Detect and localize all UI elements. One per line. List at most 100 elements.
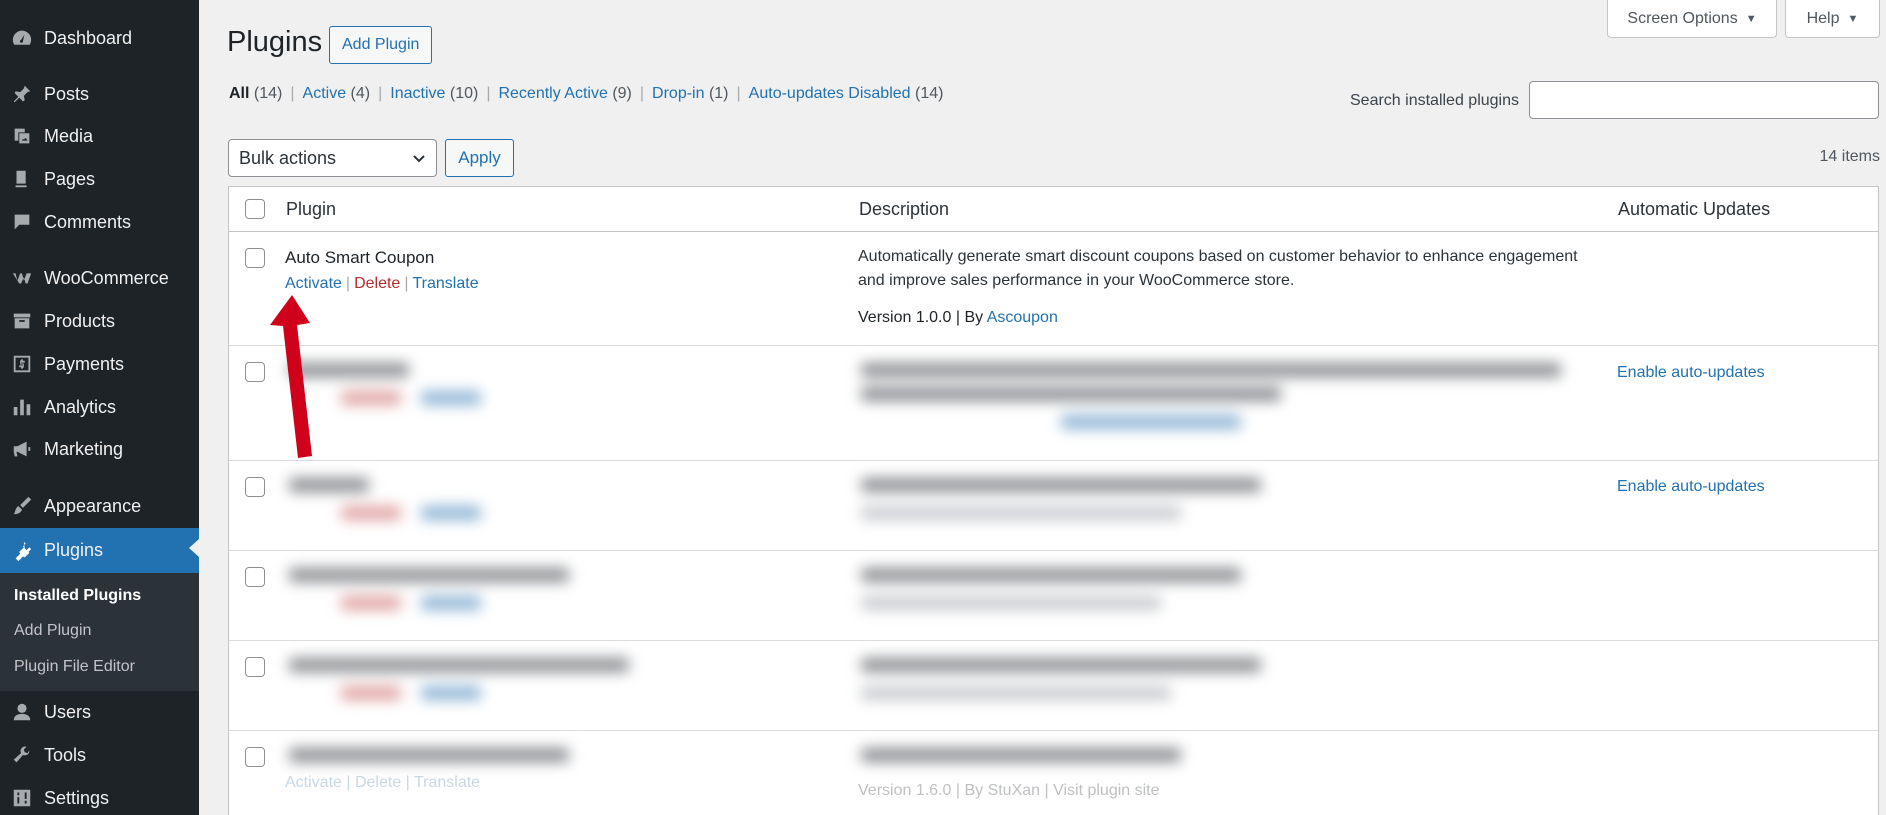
woocommerce-icon	[10, 266, 34, 290]
blurred-plugin-content	[281, 552, 1581, 640]
sidebar-item-pages[interactable]: Pages	[0, 159, 199, 199]
items-count: 14 items	[1819, 148, 1880, 165]
filter-active[interactable]: Active (4)	[303, 85, 371, 103]
sidebar-item-label: Analytics	[44, 396, 117, 417]
caret-down-icon: ▼	[1847, 12, 1859, 25]
add-plugin-button[interactable]: Add Plugin	[329, 26, 433, 64]
row-checkbox[interactable]	[245, 567, 265, 587]
row-checkbox[interactable]	[245, 248, 265, 268]
action-separator: |	[404, 275, 409, 292]
table-row: Auto Smart Coupon Activate | Delete | Transl…	[229, 232, 1878, 346]
delete-link[interactable]: Delete	[354, 275, 400, 292]
sidebar-item-label: Pages	[44, 168, 96, 189]
row-checkbox[interactable]	[245, 477, 265, 497]
sidebar-item-label: Settings	[44, 787, 110, 808]
sidebar-item-tools[interactable]: Tools	[0, 735, 199, 775]
sidebar-item-woocommerce[interactable]: WooCommerce	[0, 258, 199, 298]
sidebar-item-posts[interactable]: Posts	[0, 74, 199, 114]
sidebar-item-label: Posts	[44, 83, 90, 104]
table-row: Enable auto-updates	[229, 462, 1878, 551]
filter-all[interactable]: All (14)	[229, 85, 282, 103]
sidebar-item-label: Dashboard	[44, 27, 133, 48]
pin-icon	[10, 82, 34, 106]
search-input[interactable]	[1529, 81, 1879, 119]
author-link[interactable]: Ascoupon	[987, 309, 1058, 326]
enable-auto-updates-link[interactable]: Enable auto-updates	[1617, 478, 1765, 496]
sidebar-item-label: WooCommerce	[44, 267, 169, 288]
plugin-name: Auto Smart Coupon	[285, 248, 435, 267]
screen-options-button[interactable]: Screen Options ▼	[1607, 0, 1777, 38]
blurred-plugin-content	[281, 462, 1581, 550]
plugin-actions: Activate | Delete | Translate	[285, 275, 479, 293]
filter-separator: |	[378, 85, 383, 102]
submenu-installed-plugins[interactable]: Installed Plugins	[14, 587, 141, 605]
sidebar-item-plugins[interactable]: Plugins	[0, 528, 199, 573]
select-all-checkbox[interactable]	[245, 199, 265, 219]
filter-recently-active[interactable]: Recently Active (9)	[498, 85, 631, 103]
sidebar-item-label: Users	[44, 701, 92, 722]
sidebar-item-comments[interactable]: Comments	[0, 202, 199, 242]
sidebar-item-label: Plugins	[44, 540, 104, 560]
admin-sidebar: Dashboard Posts Media Pages Comments Woo…	[0, 0, 199, 815]
activate-link[interactable]: Activate	[285, 275, 342, 292]
action-separator: |	[345, 275, 351, 292]
filter-auto-updates-disabled[interactable]: Auto-updates Disabled (14)	[749, 85, 944, 103]
filter-separator: |	[736, 85, 741, 102]
sidebar-item-marketing[interactable]: Marketing	[0, 429, 199, 469]
bar-chart-icon	[10, 395, 34, 419]
sidebar-item-label: Marketing	[44, 438, 124, 459]
sidebar-item-appearance[interactable]: Appearance	[0, 486, 199, 526]
screen-options-label: Screen Options	[1627, 9, 1738, 27]
apply-button[interactable]: Apply	[445, 139, 514, 177]
sidebar-item-analytics[interactable]: Analytics	[0, 387, 199, 427]
row-checkbox[interactable]	[245, 362, 265, 382]
table-row	[229, 642, 1878, 731]
sidebar-item-label: Appearance	[44, 495, 142, 516]
dashboard-icon	[10, 26, 34, 50]
sidebar-item-media[interactable]: Media	[0, 116, 199, 156]
bulk-actions-select[interactable]: Bulk actions	[228, 139, 437, 177]
blurred-plugin-content	[281, 732, 1581, 774]
filter-inactive[interactable]: Inactive (10)	[390, 85, 478, 103]
dollar-icon	[10, 352, 34, 376]
sidebar-item-payments[interactable]: Payments	[0, 344, 199, 384]
sidebar-item-label: Payments	[44, 353, 125, 374]
wrench-icon	[10, 743, 34, 767]
submenu-add-plugin[interactable]: Add Plugin	[14, 622, 91, 640]
sidebar-item-users[interactable]: Users	[0, 692, 199, 732]
column-header-plugin: Plugin	[286, 199, 337, 219]
plugin-status-filters: All (14) | Active (4) | Inactive (10) | …	[229, 85, 943, 103]
plug-icon	[10, 539, 34, 563]
brush-icon	[10, 494, 34, 518]
version-text: Version 1.0.0 | By	[858, 309, 984, 326]
bulk-actions-value: Bulk actions	[239, 147, 337, 168]
sidebar-item-settings[interactable]: Settings	[0, 778, 199, 815]
table-row: Activate | Delete | Translate Version 1.…	[229, 732, 1878, 815]
blurred-plugin-content	[281, 347, 1581, 457]
faint-plugin-version: Version 1.6.0 | By StuXan | Visit plugin…	[858, 782, 1160, 799]
search-label: Search installed plugins	[1350, 92, 1519, 109]
pages-icon	[10, 167, 34, 191]
submenu-plugin-file-editor[interactable]: Plugin File Editor	[14, 658, 135, 676]
settings-icon	[10, 786, 34, 810]
sidebar-item-products[interactable]: Products	[0, 301, 199, 341]
plugins-submenu: Installed Plugins Add Plugin Plugin File…	[0, 573, 199, 691]
sidebar-item-label: Tools	[44, 744, 87, 765]
row-checkbox[interactable]	[245, 657, 265, 677]
filter-drop-in[interactable]: Drop-in (1)	[652, 85, 728, 103]
translate-link[interactable]: Translate	[412, 275, 478, 292]
row-checkbox[interactable]	[245, 747, 265, 767]
megaphone-icon	[10, 437, 34, 461]
caret-down-icon: ▼	[1745, 12, 1757, 25]
red-arrow-annotation	[270, 295, 312, 458]
faint-plugin-actions: Activate | Delete | Translate	[285, 774, 481, 791]
table-row: Enable auto-updates	[229, 347, 1878, 461]
comment-icon	[10, 210, 34, 234]
sidebar-item-dashboard[interactable]: Dashboard	[0, 18, 199, 58]
column-header-description: Description	[859, 199, 950, 219]
chevron-down-icon	[413, 155, 425, 163]
enable-auto-updates-link[interactable]: Enable auto-updates	[1617, 364, 1765, 382]
page-title: Plugins	[227, 26, 323, 58]
help-button[interactable]: Help ▼	[1785, 0, 1880, 38]
filter-separator: |	[486, 85, 491, 102]
